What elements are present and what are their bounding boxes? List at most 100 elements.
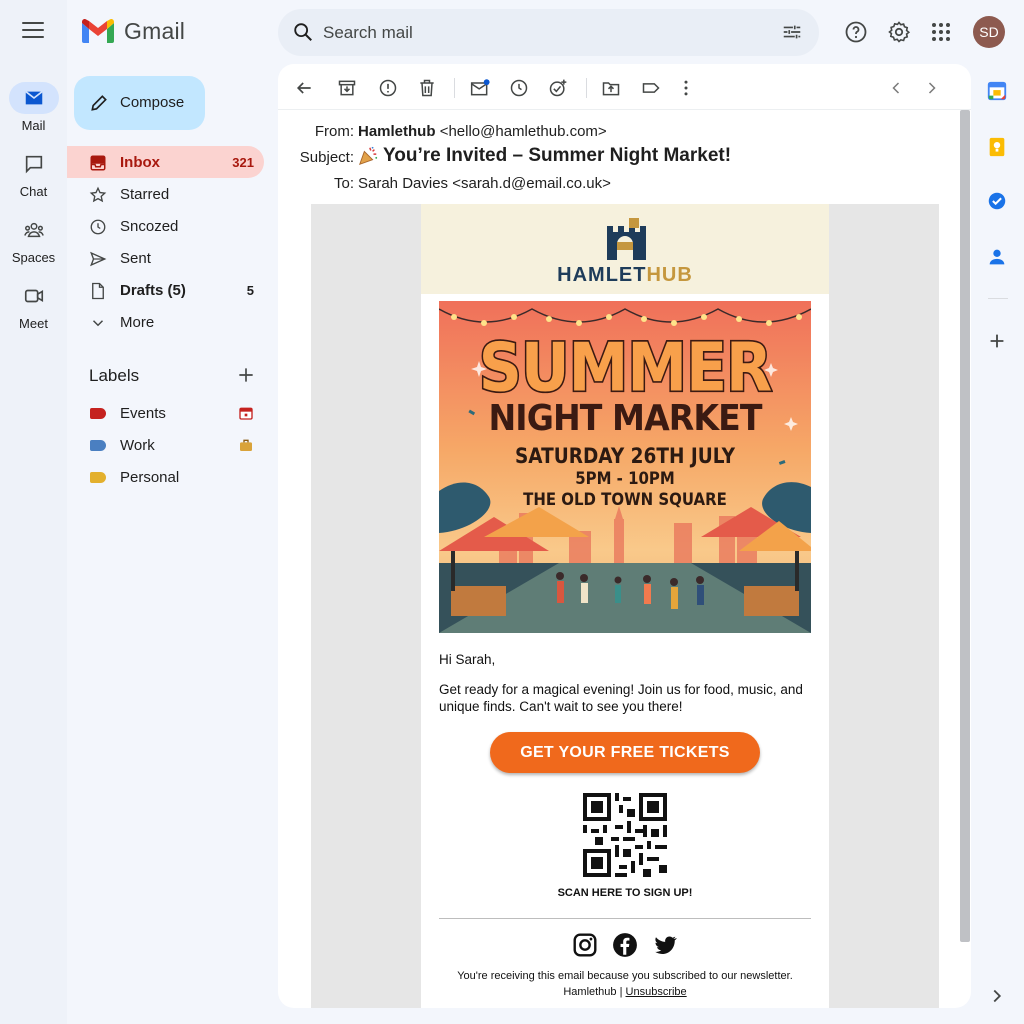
to-label: To: [333,175,354,192]
facebook-icon[interactable] [612,932,638,958]
keep-app-icon[interactable] [986,136,1008,158]
gmail-logo-text: Gmail [124,17,186,44]
trash-icon[interactable] [417,78,437,98]
brand-part-1: HAMLET [557,264,647,286]
star-icon [89,186,107,203]
help-icon[interactable] [844,20,868,44]
label-tag-icon[interactable] [641,78,661,98]
nav-item-drafts[interactable]: Drafts (5) 5 [67,274,264,306]
rail-item-chat[interactable]: Chat [0,148,67,199]
nav-item-inbox[interactable]: Inbox 321 [67,146,264,178]
mark-unread-icon[interactable] [470,78,490,98]
chevron-left-icon[interactable] [886,78,906,98]
briefcase-emoji-icon [240,439,252,451]
subject-line: You’re Invited – Summer Night Market! [357,145,731,167]
drafts-count: 5 [246,283,254,298]
get-tickets-button[interactable]: GET YOUR FREE TICKETS [490,732,760,773]
party-popper-icon [358,146,378,166]
from-label: From: [314,123,354,140]
account-avatar[interactable]: SD [973,16,1005,48]
nav-label-more: More [120,314,155,331]
calendar-app-icon[interactable] [986,80,1008,102]
nav-item-snoozed[interactable]: Sncozed [67,210,264,242]
compose-label: Compose [120,94,185,111]
snooze-clock-icon[interactable] [509,78,529,98]
event-poster[interactable]: SUMMER NIGHT MARKET SATURDAY 26TH JULY 5… [439,301,811,633]
rail-item-spaces[interactable]: Spaces [0,214,67,265]
gmail-logo[interactable]: Gmail [80,17,185,45]
poster-time: 5PM - 10PM [575,469,675,489]
label-tag-icon [90,408,106,419]
search-icon[interactable] [292,21,314,43]
scrollbar[interactable] [960,110,970,942]
label-item-work[interactable]: Work [67,432,264,460]
label-name-events: Events [120,405,166,422]
more-vertical-icon[interactable] [676,78,696,98]
search-options-icon[interactable] [781,21,803,43]
mail-icon [8,82,59,114]
label-tag-icon [90,472,106,483]
qr-code[interactable] [583,793,667,877]
apps-grid-icon[interactable] [929,20,953,44]
tasks-app-icon[interactable] [986,190,1008,212]
move-to-folder-icon[interactable] [601,78,621,98]
brand-wordmark: HAMLETHUB [421,264,829,287]
footer-divider [439,918,811,919]
settings-gear-icon[interactable] [887,20,911,44]
label-item-personal[interactable]: Personal [67,464,264,492]
archive-icon[interactable] [337,78,357,98]
subject-label: Subject: [299,149,354,166]
twitter-icon[interactable] [652,932,678,958]
pencil-icon [91,95,107,111]
compose-button[interactable]: Compose [74,76,205,130]
add-app-icon[interactable] [986,330,1008,352]
main-menu-icon[interactable] [22,22,44,42]
poster-subtitle: NIGHT MARKET [488,398,762,439]
footer-notice: You're receiving this email because you … [457,970,793,982]
recipient-line: Sarah Davies <sarah.d@email.co.uk> [358,175,611,192]
instagram-icon[interactable] [572,932,598,958]
qr-caption: SCAN HERE TO SIGN UP! [557,887,693,899]
meet-icon [9,280,59,312]
label-name-personal: Personal [120,469,180,486]
search-bar[interactable]: Search mail [278,9,819,56]
chevron-down-icon [92,320,104,327]
side-panel-divider [988,298,1008,299]
add-label-icon[interactable] [236,365,256,385]
add-task-icon[interactable] [548,78,568,98]
rail-label-meet: Meet [19,316,48,331]
contacts-app-icon[interactable] [986,246,1008,268]
email-body-text: Get ready for a magical evening! Join us… [439,682,803,714]
nav-label-snoozed: Sncozed [120,218,179,235]
label-tag-icon [90,440,106,451]
brand-part-2: HUB [646,264,693,286]
back-arrow-icon[interactable] [294,78,314,98]
nav-item-starred[interactable]: Starred [67,178,264,210]
poster-date: SATURDAY 26TH JULY [514,444,736,468]
sender-name[interactable]: Hamlethub [358,123,436,140]
toolbar-divider [586,78,587,98]
toolbar-divider [454,78,455,98]
report-spam-icon[interactable] [378,78,398,98]
chat-icon [9,148,59,180]
rail-label-chat: Chat [19,184,48,199]
nav-label-sent: Sent [120,250,151,267]
poster-title: SUMMER [477,327,774,409]
nav-label-starred: Starred [120,186,170,203]
clock-icon [90,219,106,235]
email-content: HAMLETHUB SUMMER NIGHT MARKET SATURDAY 2… [421,204,829,1008]
unsubscribe-link[interactable]: Unsubscribe [626,986,687,998]
rail-item-meet[interactable]: Meet [0,280,67,331]
brand-header: HAMLETHUB [421,204,829,294]
from-line: Hamlethub <hello@hamlethub.com> [358,123,607,140]
nav-label-drafts: Drafts (5) [120,282,186,299]
label-item-events[interactable]: Events [67,400,264,428]
nav-item-sent[interactable]: Sent [67,242,264,274]
search-input[interactable]: Search mail [323,23,413,43]
nav-item-more[interactable]: More [67,306,264,338]
chevron-right-icon[interactable] [922,78,942,98]
rail-item-mail[interactable]: Mail [0,82,67,133]
footer-brand: Hamlethub | [563,986,623,998]
subject-text: You’re Invited – Summer Night Market! [383,145,732,166]
expand-panel-chevron-icon[interactable] [986,985,1008,1007]
